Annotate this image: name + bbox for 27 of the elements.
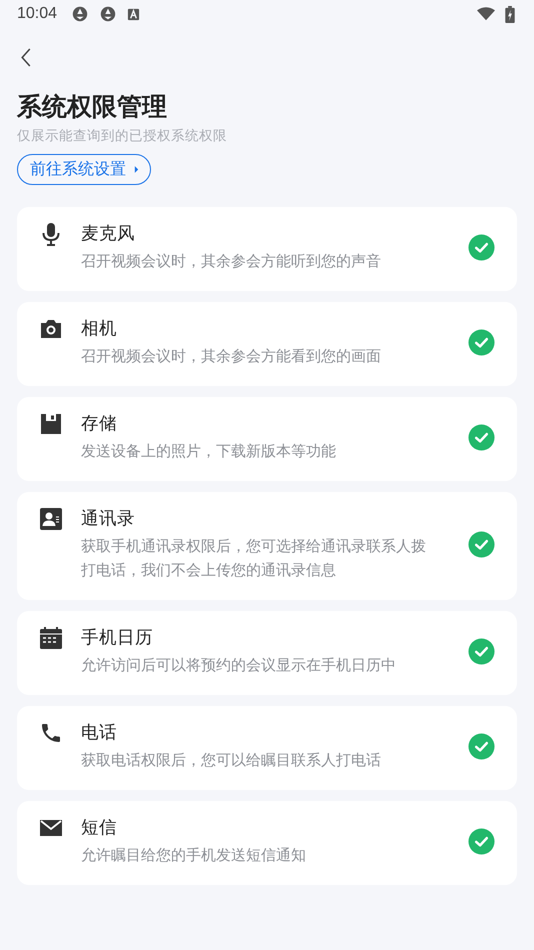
permission-description: 召开视频会议时，其余参会方能看到您的画面: [81, 347, 382, 367]
page-subtitle: 仅展示能查询到的已授权系统权限: [17, 127, 228, 145]
permission-name: 电话: [81, 721, 118, 744]
permission-description: 允许瞩目给您的手机发送短信通知: [81, 846, 307, 866]
permission-description: 获取手机通讯录权限后，您可选择给通讯录联系人拨打电话，我们不会上传您的通讯录信息: [81, 537, 427, 581]
permission-name: 短信: [81, 816, 118, 839]
permission-description: 允许访问后可以将预约的会议显示在手机日历中: [81, 656, 397, 676]
permission-name: 手机日历: [81, 626, 154, 649]
contact-card-icon: [39, 507, 63, 531]
calendar-icon: [39, 626, 63, 650]
permission-name: 存储: [81, 412, 118, 435]
permission-description: 发送设备上的照片，下载新版本等功能: [81, 442, 337, 462]
permission-name: 通讯录: [81, 507, 136, 530]
caret-icon: [134, 165, 139, 174]
phone-icon: [39, 721, 63, 745]
back-icon[interactable]: [20, 48, 32, 67]
permission-description: 获取电话权限后，您可以给瞩目联系人打电话: [81, 751, 382, 771]
wifi-icon: [477, 5, 495, 23]
save-icon: [39, 412, 63, 436]
permission-description: 召开视频会议时，其余参会方能听到您的声音: [81, 252, 382, 272]
page-title: 系统权限管理: [17, 92, 168, 123]
camera-icon: [39, 317, 63, 341]
status-time: 10:04: [17, 5, 58, 23]
permission-name: 相机: [81, 317, 118, 340]
permission-name: 麦克风: [81, 222, 136, 245]
system-settings-button[interactable]: 前往系统设置: [17, 154, 151, 185]
battery-icon: [505, 6, 515, 22]
